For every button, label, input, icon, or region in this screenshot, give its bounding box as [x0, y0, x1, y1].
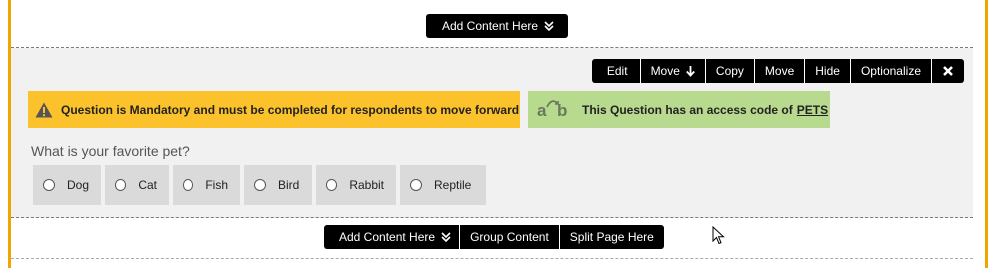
choice-list: Dog Cat Fish Bird Rabbit Reptile: [33, 165, 486, 205]
arrow-down-icon: [686, 65, 695, 77]
question-text: What is your favorite pet?: [31, 143, 190, 159]
delete-button[interactable]: [931, 59, 964, 83]
radio-button[interactable]: [183, 179, 194, 191]
double-chevron-down-icon: [544, 21, 554, 31]
top-add-content-bar: Add Content Here: [426, 14, 569, 38]
optionalize-label: Optionalize: [860, 64, 921, 78]
split-page-label: Split Page Here: [569, 230, 654, 244]
divider-middle: [11, 217, 973, 218]
access-code-alert: a b This Question has an access code of …: [528, 91, 830, 128]
add-content-button[interactable]: Add Content Here: [324, 225, 459, 249]
choice-label: Rabbit: [349, 178, 384, 192]
double-chevron-down-icon: [441, 232, 451, 242]
choice-label: Reptile: [434, 178, 472, 192]
optionalize-button[interactable]: Optionalize: [849, 59, 931, 83]
choice-bird[interactable]: Bird: [244, 165, 312, 205]
choice-fish[interactable]: Fish: [173, 165, 240, 205]
divider-bottom: [11, 258, 973, 259]
choice-label: Cat: [138, 178, 157, 192]
hide-button[interactable]: Hide: [804, 59, 850, 83]
bottom-action-bar: Add Content Here Group Content Split Pag…: [324, 225, 664, 249]
add-content-label: Add Content Here: [339, 230, 436, 244]
radio-button[interactable]: [115, 179, 127, 191]
choice-rabbit[interactable]: Rabbit: [316, 165, 396, 205]
warning-icon: [35, 102, 53, 117]
move-label: Move: [764, 64, 795, 78]
radio-button[interactable]: [254, 179, 266, 191]
close-icon: [943, 66, 953, 76]
access-code-icon: a b: [536, 99, 570, 121]
move-down-label: Move: [650, 64, 680, 78]
access-code-link[interactable]: PETS: [797, 103, 828, 117]
move-down-button[interactable]: Move: [639, 59, 705, 83]
choice-dog[interactable]: Dog: [33, 165, 101, 205]
mandatory-text: Question is Mandatory and must be comple…: [61, 102, 520, 117]
radio-button[interactable]: [326, 179, 338, 191]
choice-reptile[interactable]: Reptile: [400, 165, 486, 205]
question-toolbar: Edit Move Copy Move Hide Optionalize: [591, 59, 964, 83]
add-content-label: Add Content Here: [442, 19, 539, 33]
radio-button[interactable]: [410, 179, 422, 191]
access-code-text: This Question has an access code of: [582, 102, 793, 117]
access-icon-b: b: [557, 100, 568, 120]
split-page-button[interactable]: Split Page Here: [558, 225, 664, 249]
group-content-label: Group Content: [470, 230, 549, 244]
mandatory-alert: Question is Mandatory and must be comple…: [28, 91, 520, 128]
choice-label: Bird: [278, 178, 300, 192]
radio-button[interactable]: [43, 179, 55, 191]
mouse-cursor-icon: [712, 226, 725, 245]
add-content-button[interactable]: Add Content Here: [426, 14, 568, 38]
edit-label: Edit: [606, 64, 628, 78]
choice-cat[interactable]: Cat: [105, 165, 169, 205]
choice-label: Fish: [205, 178, 228, 192]
choice-label: Dog: [66, 178, 89, 192]
copy-button[interactable]: Copy: [704, 59, 754, 83]
edit-button[interactable]: Edit: [592, 59, 640, 83]
copy-label: Copy: [715, 64, 744, 78]
hide-label: Hide: [815, 64, 840, 78]
question-block[interactable]: Edit Move Copy Move Hide Optionalize Que…: [11, 48, 973, 218]
move-button[interactable]: Move: [753, 59, 804, 83]
group-content-button[interactable]: Group Content: [459, 225, 559, 249]
